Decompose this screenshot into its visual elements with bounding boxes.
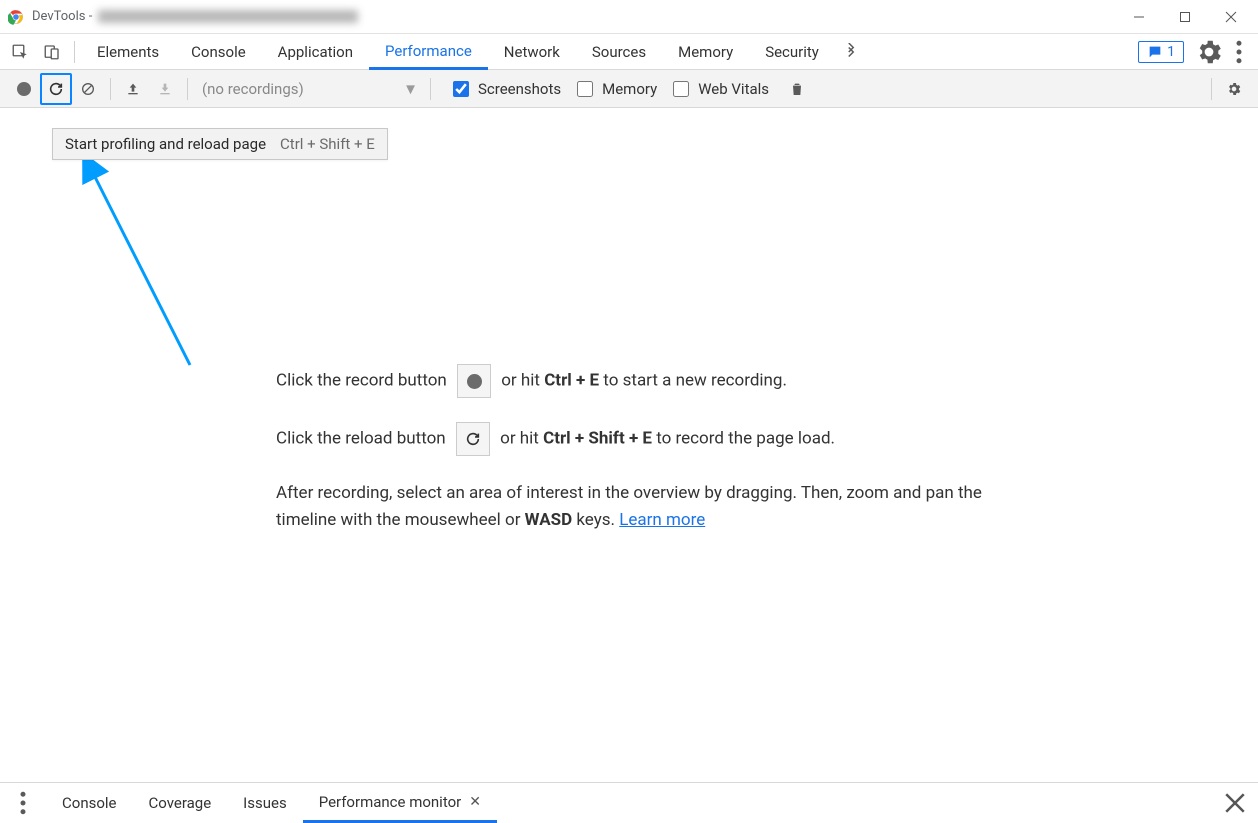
- screenshots-checkbox[interactable]: Screenshots: [449, 78, 561, 100]
- drawer-tab-issues[interactable]: Issues: [227, 783, 303, 823]
- memory-checkbox-input[interactable]: [577, 81, 593, 97]
- memory-checkbox[interactable]: Memory: [573, 78, 657, 100]
- performance-toolbar: (no recordings) ▼ Screenshots Memory Web…: [0, 70, 1258, 108]
- record-button[interactable]: [8, 73, 40, 105]
- drawer-kebab-icon[interactable]: [8, 788, 38, 818]
- kebab-menu-icon[interactable]: [1224, 37, 1254, 67]
- tab-memory[interactable]: Memory: [662, 34, 749, 70]
- instruction-reload: Click the reload button or hit Ctrl + Sh…: [276, 422, 996, 456]
- drawer-tab-console[interactable]: Console: [46, 783, 133, 823]
- kbd-ctrl-e: Ctrl + E: [544, 370, 599, 390]
- clear-button[interactable]: [72, 73, 104, 105]
- tooltip-shortcut: Ctrl + Shift + E: [280, 135, 375, 153]
- inline-reload-icon: [456, 422, 490, 456]
- performance-panel-content: Click the record button or hit Ctrl + E …: [0, 108, 1258, 782]
- separator: [187, 78, 188, 100]
- reload-profile-button[interactable]: [40, 73, 72, 105]
- dropdown-triangle-icon: ▼: [403, 80, 418, 98]
- devtools-tabs: Elements Console Application Performance…: [0, 34, 1258, 70]
- instructions: Click the record button or hit Ctrl + E …: [276, 364, 996, 558]
- close-tab-icon[interactable]: ✕: [469, 794, 481, 810]
- inline-record-icon: [457, 364, 491, 398]
- web-vitals-label: Web Vitals: [698, 80, 769, 98]
- recordings-dropdown[interactable]: (no recordings) ▼: [194, 80, 424, 98]
- tab-network[interactable]: Network: [488, 34, 576, 70]
- kbd-ctrl-shift-e: Ctrl + Shift + E: [543, 428, 652, 448]
- web-vitals-checkbox[interactable]: Web Vitals: [669, 78, 769, 100]
- window-maximize-button[interactable]: [1162, 2, 1208, 32]
- drawer-tab-coverage[interactable]: Coverage: [133, 783, 228, 823]
- save-profile-button[interactable]: [149, 73, 181, 105]
- window-close-button[interactable]: [1208, 2, 1254, 32]
- drawer-tab-performance-monitor[interactable]: Performance monitor ✕: [303, 783, 497, 823]
- inspect-element-icon[interactable]: [4, 36, 36, 68]
- instruction-zoom: After recording, select an area of inter…: [276, 480, 996, 534]
- window-minimize-button[interactable]: [1116, 2, 1162, 32]
- tooltip-text: Start profiling and reload page: [65, 135, 266, 153]
- tab-security[interactable]: Security: [749, 34, 835, 70]
- instruction-record: Click the record button or hit Ctrl + E …: [276, 364, 996, 398]
- window-titlebar: DevTools -: [0, 0, 1258, 34]
- tab-application[interactable]: Application: [262, 34, 369, 70]
- chrome-logo-icon: [8, 9, 24, 25]
- screenshots-label: Screenshots: [478, 80, 561, 98]
- screenshots-checkbox-input[interactable]: [453, 81, 469, 97]
- more-tabs-icon[interactable]: [835, 36, 867, 68]
- tab-sources[interactable]: Sources: [576, 34, 662, 70]
- reload-tooltip: Start profiling and reload page Ctrl + S…: [52, 128, 388, 160]
- settings-icon[interactable]: [1194, 37, 1224, 67]
- learn-more-link[interactable]: Learn more: [619, 510, 705, 530]
- separator: [74, 41, 75, 63]
- kbd-wasd: WASD: [525, 510, 572, 530]
- load-profile-button[interactable]: [117, 73, 149, 105]
- separator: [110, 78, 111, 100]
- drawer-tab-label: Performance monitor: [319, 793, 462, 811]
- separator: [430, 78, 431, 100]
- toggle-device-icon[interactable]: [36, 36, 68, 68]
- close-drawer-button[interactable]: [1220, 788, 1250, 818]
- tab-elements[interactable]: Elements: [81, 34, 175, 70]
- window-title: DevTools -: [32, 9, 358, 24]
- issues-badge[interactable]: 1: [1138, 41, 1184, 63]
- separator: [1211, 78, 1212, 100]
- drawer-tabs: Console Coverage Issues Performance moni…: [0, 782, 1258, 822]
- tab-performance[interactable]: Performance: [369, 34, 488, 70]
- recordings-label: (no recordings): [202, 80, 304, 98]
- tab-console[interactable]: Console: [175, 34, 262, 70]
- memory-label: Memory: [602, 80, 657, 98]
- issues-count: 1: [1167, 44, 1175, 60]
- web-vitals-checkbox-input[interactable]: [673, 81, 689, 97]
- garbage-collect-button[interactable]: [781, 73, 813, 105]
- capture-settings-icon[interactable]: [1218, 73, 1250, 105]
